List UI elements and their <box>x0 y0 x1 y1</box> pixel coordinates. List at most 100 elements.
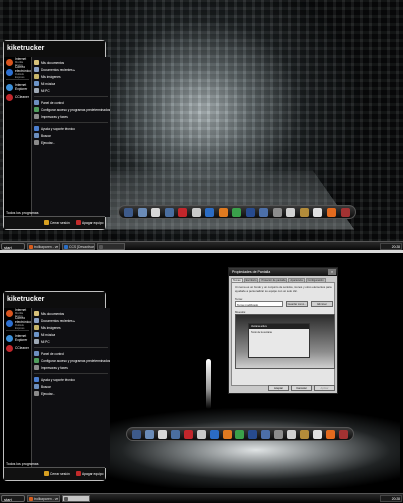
places-item-label: Ejecutar... <box>40 391 56 396</box>
logoff-button[interactable]: Cerrar sesión <box>44 471 70 476</box>
dock-app-icon[interactable] <box>137 207 147 217</box>
dock-app-icon[interactable] <box>300 429 310 439</box>
system-tray-clock[interactable]: 20:28 <box>380 243 402 250</box>
dock-app-icon[interactable] <box>299 207 309 217</box>
dock-app-icon[interactable] <box>144 429 154 439</box>
places-item[interactable]: Documentos recientes ▸ <box>32 317 110 324</box>
start-button[interactable]: start <box>1 495 25 502</box>
taskbar: start 20:28 trollkaparen - ve la... CCS [… <box>0 241 403 250</box>
pinned-item-subtitle: Outlook Express <box>15 324 25 330</box>
dock-app-icon[interactable] <box>157 429 167 439</box>
dock-app-icon[interactable] <box>196 429 206 439</box>
places-item[interactable]: Mi PC <box>32 87 110 94</box>
dock-app-icon[interactable] <box>313 429 323 439</box>
places-item[interactable]: Mi PC <box>32 338 110 345</box>
dock-app-icon[interactable] <box>218 207 228 217</box>
places-item[interactable]: Impresoras y faxes <box>32 364 110 371</box>
start-menu-places: Mis documentos Documentos recientes ▸ Mis … <box>31 308 111 468</box>
dock-app-icon[interactable] <box>286 207 296 217</box>
shutdown-button[interactable]: Apagar equipo <box>76 220 103 225</box>
dock-app-icon[interactable] <box>205 207 215 217</box>
dock-app-icon[interactable] <box>326 207 336 217</box>
places-item[interactable]: Ayuda y soporte técnico <box>32 125 110 132</box>
places-item[interactable]: Mis documentos <box>32 59 110 66</box>
dock-app-icon[interactable] <box>124 207 134 217</box>
places-item[interactable]: Mi música <box>32 80 110 87</box>
places-item[interactable]: Panel de control <box>32 99 110 106</box>
taskbar-button[interactable]: CCS [Desactivar]... <box>62 243 95 250</box>
dock-app-icon[interactable] <box>131 429 141 439</box>
start-menu: kiketrucker Internet Mozilla Firefox Corre… <box>3 40 111 230</box>
places-item[interactable]: Mis imágenes <box>32 73 110 80</box>
all-programs-button[interactable]: Todos los programas <box>6 211 39 215</box>
dock-app-icon[interactable] <box>222 429 232 439</box>
logoff-button[interactable]: Cerrar sesión <box>44 220 70 225</box>
dock-app-icon[interactable] <box>191 207 201 217</box>
delete-button[interactable]: Eliminar <box>311 301 333 307</box>
dock-app-icon[interactable] <box>209 429 219 439</box>
app-icon <box>6 344 13 352</box>
dock-app-icon[interactable] <box>232 207 242 217</box>
folder-icon <box>33 88 39 93</box>
theme-select[interactable]: Tema modificado <box>235 301 283 307</box>
pinned-item[interactable]: Internet Explorer <box>4 82 31 92</box>
taskbar-button[interactable]: trollkaparen - ve la... <box>27 495 60 502</box>
dock-app-icon[interactable] <box>183 429 193 439</box>
ok-button[interactable]: Aceptar <box>268 385 289 391</box>
pinned-item[interactable]: Correo electrónico Outlook Express <box>4 65 31 79</box>
dock-app-icon[interactable] <box>164 207 174 217</box>
all-programs-button[interactable]: Todos los programas <box>6 462 39 466</box>
close-icon[interactable]: × <box>328 269 336 275</box>
app-icon <box>6 68 13 76</box>
folder-icon <box>33 311 39 316</box>
window-icon <box>64 245 68 249</box>
shutdown-button[interactable]: Apagar equipo <box>76 471 103 476</box>
dock-app-icon[interactable] <box>272 207 282 217</box>
places-item[interactable]: Ejecutar... <box>32 390 110 397</box>
places-item-label: Mi PC <box>40 88 50 93</box>
display-properties-dialog: Propiedades de Pantalla × Temas Escritori… <box>228 267 338 394</box>
dock-app-icon[interactable] <box>313 207 323 217</box>
dock-app-icon[interactable] <box>235 429 245 439</box>
dock-app-icon[interactable] <box>326 429 336 439</box>
places-item[interactable]: Mis imágenes <box>32 324 110 331</box>
places-item[interactable]: Buscar <box>32 132 110 139</box>
dock-app-icon[interactable] <box>274 429 284 439</box>
start-button[interactable]: start <box>1 243 25 250</box>
places-item[interactable]: Documentos recientes ▸ <box>32 66 110 73</box>
taskbar-button[interactable] <box>62 495 90 502</box>
dock-app-icon[interactable] <box>178 207 188 217</box>
dock-app-icon[interactable] <box>170 429 180 439</box>
pinned-item[interactable]: CCleaner <box>4 343 31 353</box>
dock-app-icon[interactable] <box>259 207 269 217</box>
places-item[interactable]: Configurar acceso y programas predetermi… <box>32 357 110 364</box>
cancel-button[interactable]: Cancelar <box>291 385 312 391</box>
pinned-item[interactable]: CCleaner <box>4 92 31 102</box>
places-item[interactable]: Configurar acceso y programas predetermi… <box>32 106 110 113</box>
dock-app-icon[interactable] <box>261 429 271 439</box>
system-tray-clock[interactable]: 20:28 <box>380 495 402 502</box>
pinned-item[interactable]: Internet Explorer <box>4 333 31 343</box>
dock-app-icon[interactable] <box>340 207 350 217</box>
dock-app-icon[interactable] <box>338 429 348 439</box>
places-item[interactable]: Mis documentos <box>32 310 110 317</box>
dock-app-icon[interactable] <box>151 207 161 217</box>
places-item[interactable]: Buscar <box>32 383 110 390</box>
apply-button[interactable]: Aplicar <box>314 385 335 391</box>
places-item[interactable]: Ayuda y soporte técnico <box>32 376 110 383</box>
taskbar-button[interactable]: trollkaparen - ve la... <box>27 243 60 250</box>
dock-app-icon[interactable] <box>245 207 255 217</box>
folder-icon <box>33 74 39 79</box>
save-as-button[interactable]: Guardar como... <box>286 301 308 307</box>
dialog-titlebar: Propiedades de Pantalla × <box>229 268 337 276</box>
places-item[interactable]: Panel de control <box>32 350 110 357</box>
dock-app-icon[interactable] <box>287 429 297 439</box>
places-item[interactable]: Impresoras y faxes <box>32 113 110 120</box>
pinned-item[interactable]: Correo electrónico Outlook Express <box>4 316 31 330</box>
dock-app-icon[interactable] <box>248 429 258 439</box>
places-item[interactable]: Ejecutar... <box>32 139 110 146</box>
places-item[interactable]: Mi música <box>32 331 110 338</box>
start-menu-footer: Cerrar sesión Apagar equipo <box>4 467 105 480</box>
taskbar-button[interactable] <box>97 243 125 250</box>
logoff-icon <box>44 220 49 225</box>
